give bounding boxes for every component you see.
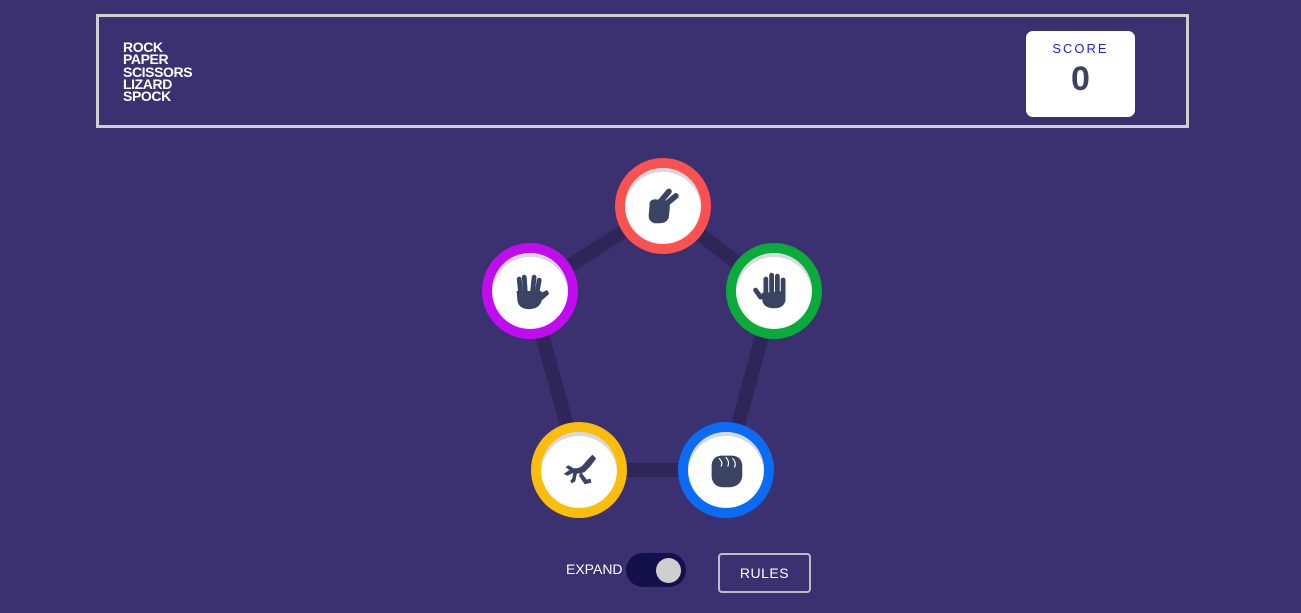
vulcan-salute-icon [516,274,550,310]
rock-token[interactable] [678,422,774,518]
expand-label: EXPAND [566,561,623,577]
rules-button[interactable]: RULES [718,553,811,593]
fist-icon [711,455,743,488]
bottom-controls: EXPAND RULES [0,552,1301,594]
lizard-icon [563,454,597,485]
spock-token[interactable] [482,243,578,339]
lizard-token[interactable] [531,422,627,518]
expand-toggle[interactable] [626,553,686,587]
open-hand-icon [753,272,786,309]
paper-token[interactable] [726,243,822,339]
toggle-knob[interactable] [656,558,681,583]
scissors-hand-icon [648,188,679,224]
scissors-token[interactable] [615,158,711,254]
game-board [0,0,1301,613]
pentagon-lines [523,199,781,477]
